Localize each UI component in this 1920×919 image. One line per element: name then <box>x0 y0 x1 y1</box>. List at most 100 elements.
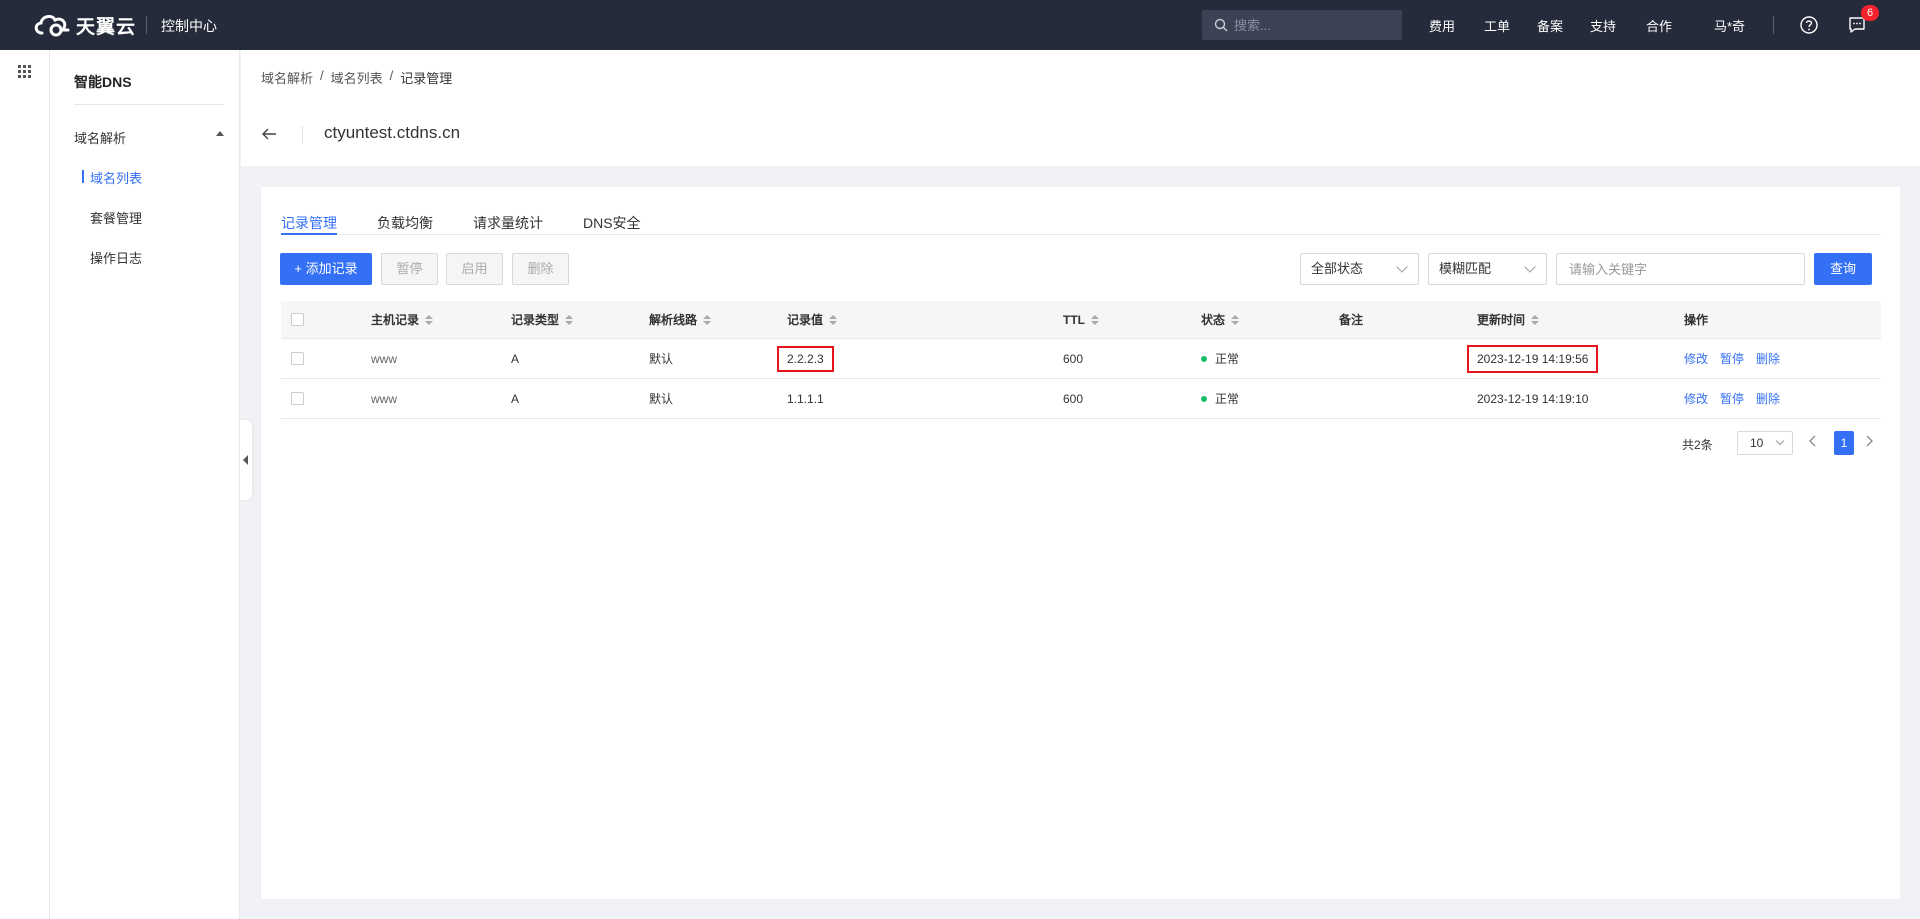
match-mode-select[interactable]: 模糊匹配 <box>1428 253 1547 285</box>
sort-icon <box>1531 314 1540 325</box>
console-link[interactable]: 控制中心 <box>161 16 217 36</box>
user-name[interactable]: 马*奇 <box>1714 16 1745 35</box>
row-checkbox[interactable] <box>291 352 304 365</box>
sidebar-divider <box>74 104 224 105</box>
highlighted-record-value: 2.2.2.3 <box>777 345 834 372</box>
nav-tickets[interactable]: 工单 <box>1484 16 1510 35</box>
nav-partner[interactable]: 合作 <box>1646 16 1672 35</box>
pause-link[interactable]: 暂停 <box>1720 350 1744 367</box>
column-label: 主机记录 <box>371 313 420 327</box>
sidebar-group-domain-resolution[interactable]: 域名解析 <box>74 128 224 147</box>
column-label: 状态 <box>1201 313 1226 327</box>
sidebar-collapse-handle[interactable] <box>240 420 252 500</box>
help-icon[interactable] <box>1799 15 1819 35</box>
column-header-ttl[interactable]: TTL <box>1063 301 1099 338</box>
active-indicator <box>82 170 84 183</box>
page-size-value: 10 <box>1750 436 1764 450</box>
tab-dns-security[interactable]: DNS安全 <box>583 213 641 235</box>
product-rail <box>0 50 50 919</box>
page-size-select[interactable]: 10 <box>1737 431 1793 455</box>
column-header-status[interactable]: 状态 <box>1201 301 1240 338</box>
collapse-left-icon <box>243 455 248 465</box>
nav-divider <box>1773 16 1774 34</box>
sidebar: 智能DNS 域名解析 域名列表 套餐管理 操作日志 <box>50 50 240 919</box>
status-filter-value: 全部状态 <box>1311 261 1364 276</box>
nav-filing[interactable]: 备案 <box>1537 16 1563 35</box>
sidebar-item-operation-log[interactable]: 操作日志 <box>90 248 142 267</box>
column-header-host[interactable]: 主机记录 <box>371 301 434 338</box>
records-card: 记录管理 负载均衡 请求量统计 DNS安全 + 添加记录 暂停 启用 删除 全部… <box>261 187 1900 899</box>
header-divider <box>302 126 303 144</box>
column-header-line[interactable]: 解析线路 <box>649 301 712 338</box>
column-header-value[interactable]: 记录值 <box>787 301 838 338</box>
query-button[interactable]: 查询 <box>1814 253 1872 285</box>
nav-support[interactable]: 支持 <box>1590 16 1616 35</box>
highlighted-update-time: 2023-12-19 14:19:56 <box>1467 344 1599 373</box>
column-header-actions: 操作 <box>1684 301 1708 338</box>
message-count-badge: 6 <box>1861 5 1879 21</box>
breadcrumb-domain-list[interactable]: 域名列表 <box>331 68 383 87</box>
table-row: www A 默认 1.1.1.1 600 正常 2023-12-19 14:19… <box>281 379 1881 419</box>
breadcrumb: 域名解析 / 域名列表 / 记录管理 <box>261 68 459 87</box>
edit-link[interactable]: 修改 <box>1684 390 1708 407</box>
search-input[interactable] <box>1234 17 1394 33</box>
sort-icon <box>425 314 434 325</box>
cell-ttl: 600 <box>1063 391 1084 406</box>
cell-host: www <box>371 351 397 366</box>
tab-load-balancing[interactable]: 负载均衡 <box>377 213 433 235</box>
column-label: 备注 <box>1339 313 1364 327</box>
status-filter-select[interactable]: 全部状态 <box>1300 253 1419 285</box>
edit-link[interactable]: 修改 <box>1684 350 1708 367</box>
cell-status: 正常 <box>1201 379 1239 418</box>
delete-link[interactable]: 删除 <box>1756 390 1780 407</box>
top-bar: 天翼云 控制中心 费用 工单 备案 支持 合作 马*奇 6 <box>0 0 1920 50</box>
select-all-checkbox[interactable] <box>291 313 304 326</box>
caret-up-icon <box>216 131 224 136</box>
tab-bar: 记录管理 负载均衡 请求量统计 DNS安全 <box>281 213 1881 235</box>
status-text: 正常 <box>1215 352 1240 366</box>
sidebar-item-plan-management[interactable]: 套餐管理 <box>90 208 142 227</box>
back-arrow-icon[interactable] <box>261 127 277 141</box>
sort-icon <box>1231 314 1240 325</box>
column-header-remark: 备注 <box>1339 301 1363 338</box>
delete-link[interactable]: 删除 <box>1756 350 1780 367</box>
cell-host: www <box>371 391 397 406</box>
breadcrumb-domain-resolution[interactable]: 域名解析 <box>261 68 313 87</box>
tab-record-management[interactable]: 记录管理 <box>281 213 337 235</box>
pause-button[interactable]: 暂停 <box>381 253 438 285</box>
cell-type: A <box>511 391 520 406</box>
status-dot-icon <box>1201 395 1207 402</box>
chevron-down-icon <box>1524 261 1536 273</box>
cell-updated: 2023-12-19 14:19:56 <box>1467 339 1599 378</box>
breadcrumb-separator: / <box>389 68 394 83</box>
nav-billing[interactable]: 费用 <box>1429 16 1455 35</box>
keyword-input[interactable] <box>1556 253 1805 285</box>
column-label: 解析线路 <box>649 313 698 327</box>
sidebar-item-domain-list[interactable]: 域名列表 <box>90 168 142 187</box>
sidebar-group-label: 域名解析 <box>74 131 127 146</box>
chevron-right-icon[interactable] <box>1865 435 1873 447</box>
add-record-button[interactable]: + 添加记录 <box>280 253 372 285</box>
cell-line: 默认 <box>649 352 674 366</box>
tab-request-stats[interactable]: 请求量统计 <box>473 213 543 235</box>
delete-button[interactable]: 删除 <box>512 253 569 285</box>
match-mode-value: 模糊匹配 <box>1439 261 1492 276</box>
enable-button[interactable]: 启用 <box>446 253 503 285</box>
column-header-updated[interactable]: 更新时间 <box>1477 301 1540 338</box>
column-label: 更新时间 <box>1477 313 1526 327</box>
column-label: 记录类型 <box>511 313 560 327</box>
pause-link[interactable]: 暂停 <box>1720 390 1744 407</box>
sort-icon <box>565 314 574 325</box>
global-search[interactable] <box>1202 10 1402 40</box>
page-title: ctyuntest.ctdns.cn <box>324 123 461 142</box>
brand-logo[interactable]: 天翼云 <box>32 10 136 40</box>
page-number-current[interactable]: 1 <box>1834 431 1854 455</box>
row-checkbox[interactable] <box>291 392 304 405</box>
status-dot-icon <box>1201 355 1207 362</box>
column-header-type[interactable]: 记录类型 <box>511 301 574 338</box>
sort-icon <box>829 314 838 325</box>
chevron-left-icon[interactable] <box>1809 435 1817 447</box>
apps-grid-icon[interactable] <box>18 65 32 79</box>
cell-updated: 2023-12-19 14:19:10 <box>1477 391 1589 406</box>
cell-status: 正常 <box>1201 339 1239 378</box>
